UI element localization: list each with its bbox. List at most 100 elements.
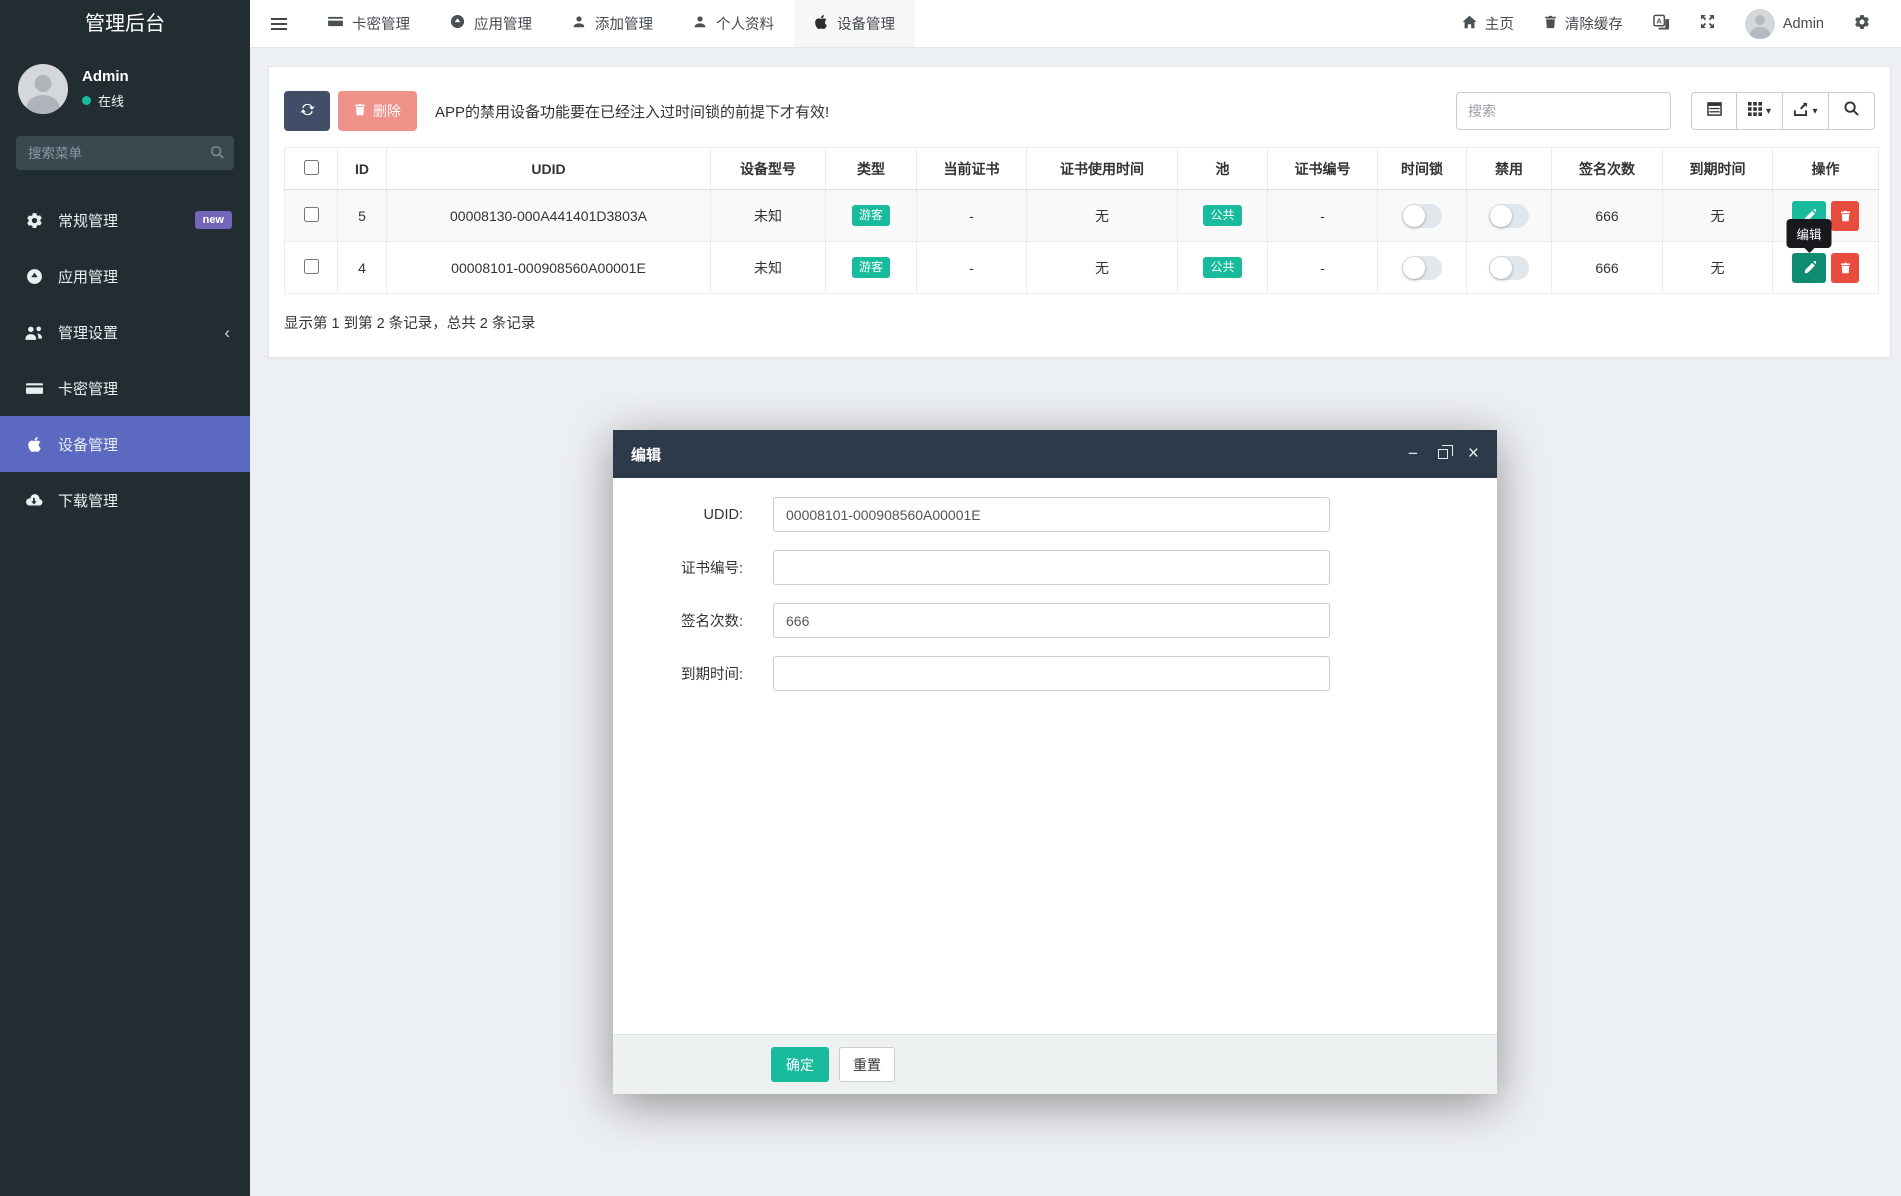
credit-card-icon — [22, 381, 46, 396]
export-dropdown-button[interactable]: ▾ — [1783, 92, 1829, 130]
cert-no-field[interactable] — [773, 550, 1330, 585]
tab-label: 应用管理 — [474, 17, 532, 33]
disabled-toggle[interactable] — [1489, 203, 1529, 228]
modal-footer: 确定 重置 — [613, 1034, 1497, 1094]
sidebar-item-label: 管理设置 — [58, 324, 119, 342]
select-all-checkbox[interactable] — [303, 159, 319, 175]
row-checkbox[interactable] — [303, 206, 319, 222]
sidebar-search-input[interactable] — [16, 136, 234, 170]
device-table-card: 删除 APP的禁用设备功能要在已经注入过时间锁的前提下才有效! ▾ ▾ — [268, 66, 1891, 358]
col-header-id: ID — [337, 147, 387, 190]
tab-app-management[interactable]: 应用管理 — [430, 0, 552, 47]
home-label: 主页 — [1484, 17, 1514, 33]
table-row: 4 00008101-000908560A00001E 未知 游客 - 无 公共… — [284, 218, 1879, 294]
type-badge: 游客 — [851, 257, 890, 278]
fullscreen-button[interactable] — [1685, 0, 1730, 48]
tab-device-management[interactable]: 设备管理 — [794, 0, 915, 47]
sidebar-toggle-button[interactable] — [250, 0, 308, 47]
columns-dropdown-button[interactable]: ▾ — [1737, 92, 1783, 130]
sign-count-field[interactable] — [773, 603, 1330, 638]
cert-no-label: 证书编号: — [680, 561, 743, 577]
gears-icon — [1854, 14, 1870, 34]
language-button[interactable]: A — [1638, 0, 1685, 48]
edit-tooltip: 编辑 — [1786, 218, 1832, 248]
timelock-toggle[interactable] — [1402, 203, 1442, 228]
apple-icon — [814, 14, 828, 34]
row-checkbox[interactable] — [303, 258, 319, 274]
tab-label: 添加管理 — [595, 17, 653, 33]
sidebar-item-label: 设备管理 — [58, 436, 119, 454]
fullscreen-icon — [1700, 14, 1715, 33]
sidebar-item-devices[interactable]: 设备管理 — [0, 416, 250, 472]
tab-profile[interactable]: 个人资料 — [673, 0, 794, 47]
expire-time-field[interactable] — [773, 656, 1330, 691]
close-icon[interactable]: × — [1468, 444, 1479, 463]
translate-icon: A — [1653, 14, 1670, 34]
clear-cache-link[interactable]: 清除缓存 — [1529, 0, 1638, 48]
tab-add-management[interactable]: 添加管理 — [552, 0, 673, 47]
sidebar-item-label: 常规管理 — [58, 212, 119, 230]
minimize-icon[interactable]: − — [1408, 445, 1418, 463]
udid-field[interactable] — [773, 497, 1330, 532]
table-search-input[interactable] — [1456, 92, 1671, 130]
pool-badge: 公共 — [1203, 205, 1242, 226]
refresh-icon — [299, 102, 315, 120]
table-toolbar: 删除 APP的禁用设备功能要在已经注入过时间锁的前提下才有效! ▾ ▾ — [284, 91, 1875, 131]
cloud-download-icon — [22, 493, 46, 508]
list-view-icon — [1706, 101, 1722, 121]
user-menu[interactable]: Admin — [1730, 0, 1839, 48]
cell-expire: 无 — [1662, 241, 1773, 294]
credit-card-icon — [328, 15, 343, 32]
app-circle-icon — [450, 14, 465, 33]
cell-udid: 00008101-000908560A00001E — [386, 241, 711, 294]
clear-cache-label: 清除缓存 — [1564, 17, 1623, 33]
topnav-user-name: Admin — [1782, 15, 1824, 32]
modal-header[interactable]: 编辑 − × — [613, 430, 1497, 478]
maximize-icon[interactable] — [1437, 445, 1453, 463]
confirm-button[interactable]: 确定 — [771, 1047, 829, 1082]
disabled-toggle[interactable] — [1489, 255, 1529, 280]
col-header-timelock: 时间锁 — [1377, 147, 1467, 190]
cell-expire: 无 — [1662, 189, 1773, 242]
cell-cert-time: 无 — [1026, 189, 1178, 242]
sidebar-item-apps[interactable]: 应用管理 — [0, 248, 250, 304]
delete-button[interactable]: 删除 — [338, 91, 417, 131]
sidebar-menu: 常规管理 new 应用管理 管理设置 ‹ 卡密管理 设备管理 下载管理 — [0, 192, 250, 528]
user-icon — [572, 15, 586, 33]
col-header-cert-time: 证书使用时间 — [1026, 147, 1178, 190]
avatar — [18, 64, 68, 114]
sidebar-item-downloads[interactable]: 下载管理 — [0, 472, 250, 528]
sidebar-item-label: 下载管理 — [58, 492, 119, 510]
pool-badge: 公共 — [1203, 257, 1242, 278]
sidebar-item-cards[interactable]: 卡密管理 — [0, 360, 250, 416]
delete-row-button[interactable] — [1831, 200, 1859, 231]
tab-label: 设备管理 — [837, 17, 895, 33]
toggle-view-button[interactable] — [1691, 92, 1737, 130]
fullscreen-table-button[interactable] — [1829, 92, 1875, 130]
refresh-button[interactable] — [284, 91, 330, 131]
user-name: Admin — [82, 68, 129, 85]
cell-id: 5 — [337, 189, 387, 242]
expire-time-label: 到期时间: — [680, 667, 743, 683]
tab-label: 个人资料 — [716, 17, 774, 33]
table-view-buttons: ▾ ▾ — [1691, 92, 1875, 130]
search-icon — [1844, 101, 1859, 121]
user-panel: Admin 在线 — [0, 48, 250, 128]
chevron-left-icon: ‹ — [224, 322, 230, 342]
home-link[interactable]: 主页 — [1447, 0, 1529, 48]
col-header-cert-no: 证书编号 — [1267, 147, 1378, 190]
col-header-model: 设备型号 — [710, 147, 826, 190]
sidebar: 管理后台 Admin 在线 常规管理 new — [0, 0, 250, 1196]
tab-card-management[interactable]: 卡密管理 — [308, 0, 430, 47]
sidebar-item-settings[interactable]: 管理设置 ‹ — [0, 304, 250, 360]
apple-icon — [22, 436, 46, 453]
timelock-toggle[interactable] — [1402, 255, 1442, 280]
svg-text:A: A — [1656, 16, 1662, 25]
modal-title: 编辑 — [631, 446, 662, 464]
reset-button[interactable]: 重置 — [839, 1047, 895, 1082]
delete-row-button[interactable] — [1831, 252, 1859, 283]
settings-button[interactable] — [1839, 0, 1885, 48]
table-header-row: ID UDID 设备型号 类型 当前证书 证书使用时间 池 证书编号 时间锁 禁… — [284, 147, 1879, 190]
sidebar-item-label: 卡密管理 — [58, 380, 119, 398]
sidebar-item-general[interactable]: 常规管理 new — [0, 192, 250, 248]
